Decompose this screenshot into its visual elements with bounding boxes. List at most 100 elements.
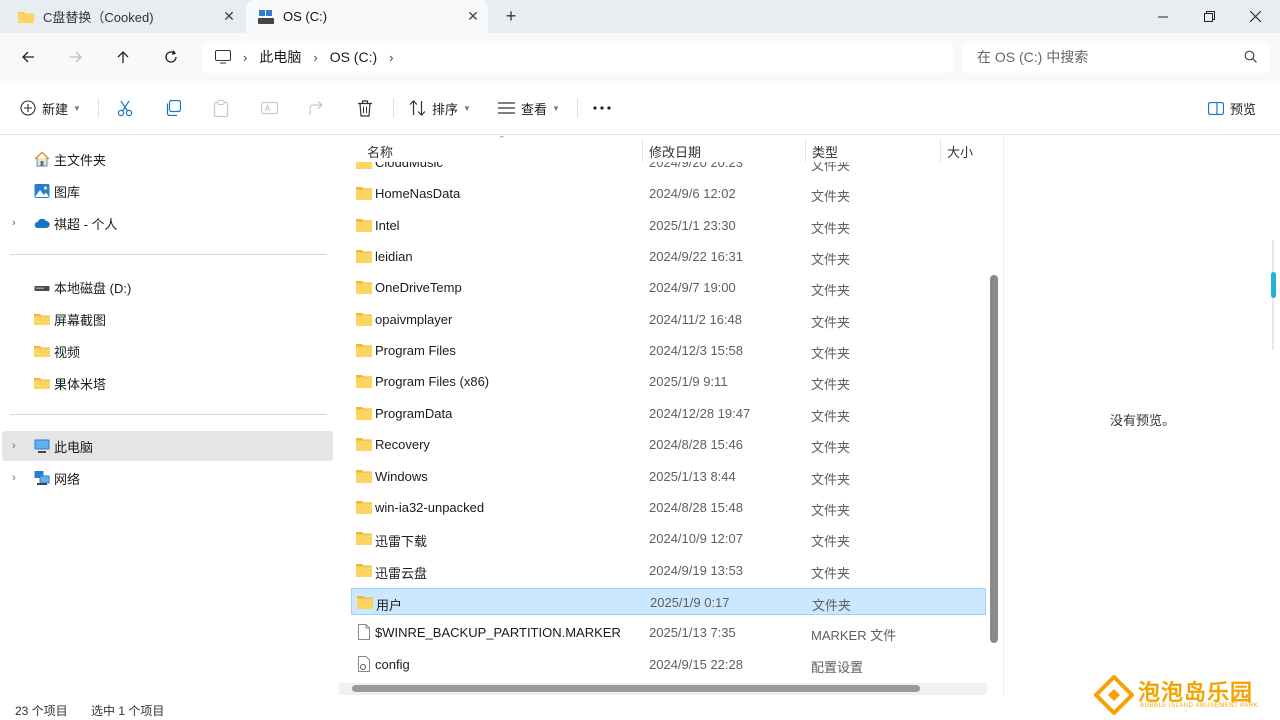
table-row[interactable]: Windows 2025/1/13 8:44 文件夹 <box>351 463 986 490</box>
copy-button[interactable] <box>165 95 181 121</box>
cut-button[interactable] <box>117 95 133 121</box>
column-divider[interactable] <box>940 138 941 162</box>
nav-item-network[interactable]: › 网络 <box>2 463 333 493</box>
table-row[interactable]: $WINRE_BACKUP_PARTITION.MARKER 2025/1/13 … <box>351 619 986 646</box>
home-icon <box>34 151 50 167</box>
new-tab-button[interactable]: + <box>500 5 522 27</box>
item-count: 23 个项目 <box>15 704 68 718</box>
table-row[interactable]: 迅雷下载 2024/10/9 12:07 文件夹 <box>351 525 986 552</box>
refresh-button[interactable] <box>156 43 186 71</box>
rename-icon <box>261 101 278 115</box>
cloud-icon <box>34 218 50 228</box>
search-icon <box>1244 50 1257 63</box>
file-date: 2024/9/7 19:00 <box>649 280 736 296</box>
column-divider[interactable] <box>642 138 643 162</box>
restore-button[interactable] <box>1186 0 1232 33</box>
nav-label: 网络 <box>54 471 81 487</box>
horizontal-scrollbar[interactable] <box>352 685 920 692</box>
column-name[interactable]: 名称 <box>367 142 393 161</box>
clipboard-icon <box>213 99 229 117</box>
folder-icon <box>357 595 373 609</box>
preview-pane-button[interactable]: 预览 <box>1208 95 1256 121</box>
table-row[interactable]: OneDriveTemp 2024/9/7 19:00 文件夹 <box>351 274 986 301</box>
back-button[interactable] <box>13 43 43 71</box>
sort-button[interactable]: 排序 ▼ <box>409 95 471 121</box>
diamond-logo-icon <box>1094 675 1134 715</box>
file-date: 2024/9/19 13:53 <box>649 562 743 578</box>
delete-button[interactable] <box>357 95 373 121</box>
tab-os-c[interactable]: OS (C:) ✕ <box>246 0 488 33</box>
close-window-button[interactable] <box>1232 0 1278 33</box>
rename-button[interactable] <box>261 95 278 121</box>
folder-icon <box>356 438 372 452</box>
file-type: 文件夹 <box>811 502 851 518</box>
chevron-right-icon: › <box>313 49 318 65</box>
file-name: OneDriveTemp <box>375 280 462 296</box>
folder-icon <box>356 563 372 577</box>
up-button[interactable] <box>108 43 138 71</box>
nav-label: 此电脑 <box>54 439 94 455</box>
forward-button[interactable] <box>61 43 91 71</box>
drive-icon <box>34 286 50 291</box>
edge-handle[interactable] <box>1271 272 1276 298</box>
table-row[interactable]: ProgramData 2024/12/28 19:47 文件夹 <box>351 400 986 427</box>
chevron-down-icon: ▼ <box>73 103 81 113</box>
command-bar: 新建 ▼ 排序 ▼ 查看 ▼ 预览 <box>0 81 1280 135</box>
table-row[interactable]: leidian 2024/9/22 16:31 文件夹 <box>351 243 986 270</box>
table-row[interactable]: 用户 2025/1/9 0:17 文件夹 <box>351 587 986 615</box>
more-icon <box>593 106 611 110</box>
file-name: $WINRE_BACKUP_PARTITION.MARKER <box>375 625 621 641</box>
chevron-down-icon: ▼ <box>552 103 560 113</box>
nav-item-gallery[interactable]: 图库 <box>2 176 333 206</box>
table-row[interactable]: config 2024/9/15 22:28 配置设置 <box>351 651 986 678</box>
file-date: 2025/1/13 7:35 <box>649 625 736 641</box>
breadcrumb-os-c[interactable]: OS (C:) <box>330 49 377 65</box>
chevron-right-icon[interactable]: › <box>389 50 393 65</box>
file-name: 用户 <box>376 597 403 613</box>
column-type[interactable]: 类型 <box>812 142 838 161</box>
close-icon[interactable]: ✕ <box>458 8 488 25</box>
breadcrumb-this-pc[interactable]: 此电脑 <box>259 47 301 67</box>
table-row[interactable]: Program Files (x86) 2025/1/9 9:11 文件夹 <box>351 368 986 395</box>
nav-item-guoti[interactable]: 果体米塔 <box>2 368 333 398</box>
chevron-right-icon[interactable]: › <box>12 472 16 484</box>
nav-item-this-pc[interactable]: › 此电脑 <box>2 431 333 461</box>
chevron-right-icon[interactable]: › <box>12 440 16 452</box>
selected-count: 选中 1 个项目 <box>91 704 165 718</box>
table-row[interactable]: win-ia32-unpacked 2024/8/28 15:48 文件夹 <box>351 494 986 521</box>
address-field[interactable]: › 此电脑 › OS (C:) › <box>203 41 953 73</box>
share-icon <box>309 100 323 115</box>
nav-item-screenshots[interactable]: 屏幕截图 <box>2 304 333 334</box>
close-icon[interactable]: ✕ <box>214 8 244 25</box>
preview-label: 预览 <box>1230 101 1257 117</box>
view-button[interactable]: 查看 ▼ <box>498 95 560 121</box>
table-row[interactable]: 迅雷云盘 2024/9/19 13:53 文件夹 <box>351 557 986 584</box>
file-name: config <box>375 656 410 672</box>
new-button[interactable]: 新建 ▼ <box>20 95 81 121</box>
nav-item-onedrive[interactable]: › 祺超 - 个人 <box>2 208 333 238</box>
nav-item-drive-d[interactable]: 本地磁盘 (D:) <box>2 272 333 302</box>
file-name: Program Files (x86) <box>375 374 490 390</box>
nav-item-videos[interactable]: 视频 <box>2 336 333 366</box>
table-row[interactable]: Intel 2025/1/1 23:30 文件夹 <box>351 212 986 239</box>
table-row[interactable]: Program Files 2024/12/3 15:58 文件夹 <box>351 337 986 364</box>
minimize-button[interactable] <box>1140 0 1186 33</box>
file-type: 文件夹 <box>811 283 851 299</box>
more-button[interactable] <box>593 95 611 121</box>
file-name: HomeNasData <box>375 186 461 202</box>
tab-cooked[interactable]: C盘替换（Cooked) ✕ <box>4 0 244 33</box>
column-divider[interactable] <box>805 138 806 162</box>
column-size[interactable]: 大小 <box>947 142 973 161</box>
vertical-scrollbar[interactable] <box>990 275 998 643</box>
share-button[interactable] <box>309 95 326 121</box>
column-date[interactable]: 修改日期 <box>649 142 701 161</box>
table-row[interactable]: opaivmplayer 2024/11/2 16:48 文件夹 <box>351 306 986 333</box>
chevron-right-icon[interactable]: › <box>12 217 16 229</box>
table-row[interactable]: Recovery 2024/8/28 15:46 文件夹 <box>351 431 986 458</box>
search-input[interactable]: 在 OS (C:) 中搜索 <box>963 41 1269 73</box>
nav-item-home[interactable]: 主文件夹 <box>2 144 333 174</box>
file-type: 文件夹 <box>811 471 851 487</box>
file-name: 迅雷云盘 <box>375 565 428 581</box>
paste-button[interactable] <box>213 95 229 121</box>
table-row[interactable]: HomeNasData 2024/9/6 12:02 文件夹 <box>351 180 986 207</box>
